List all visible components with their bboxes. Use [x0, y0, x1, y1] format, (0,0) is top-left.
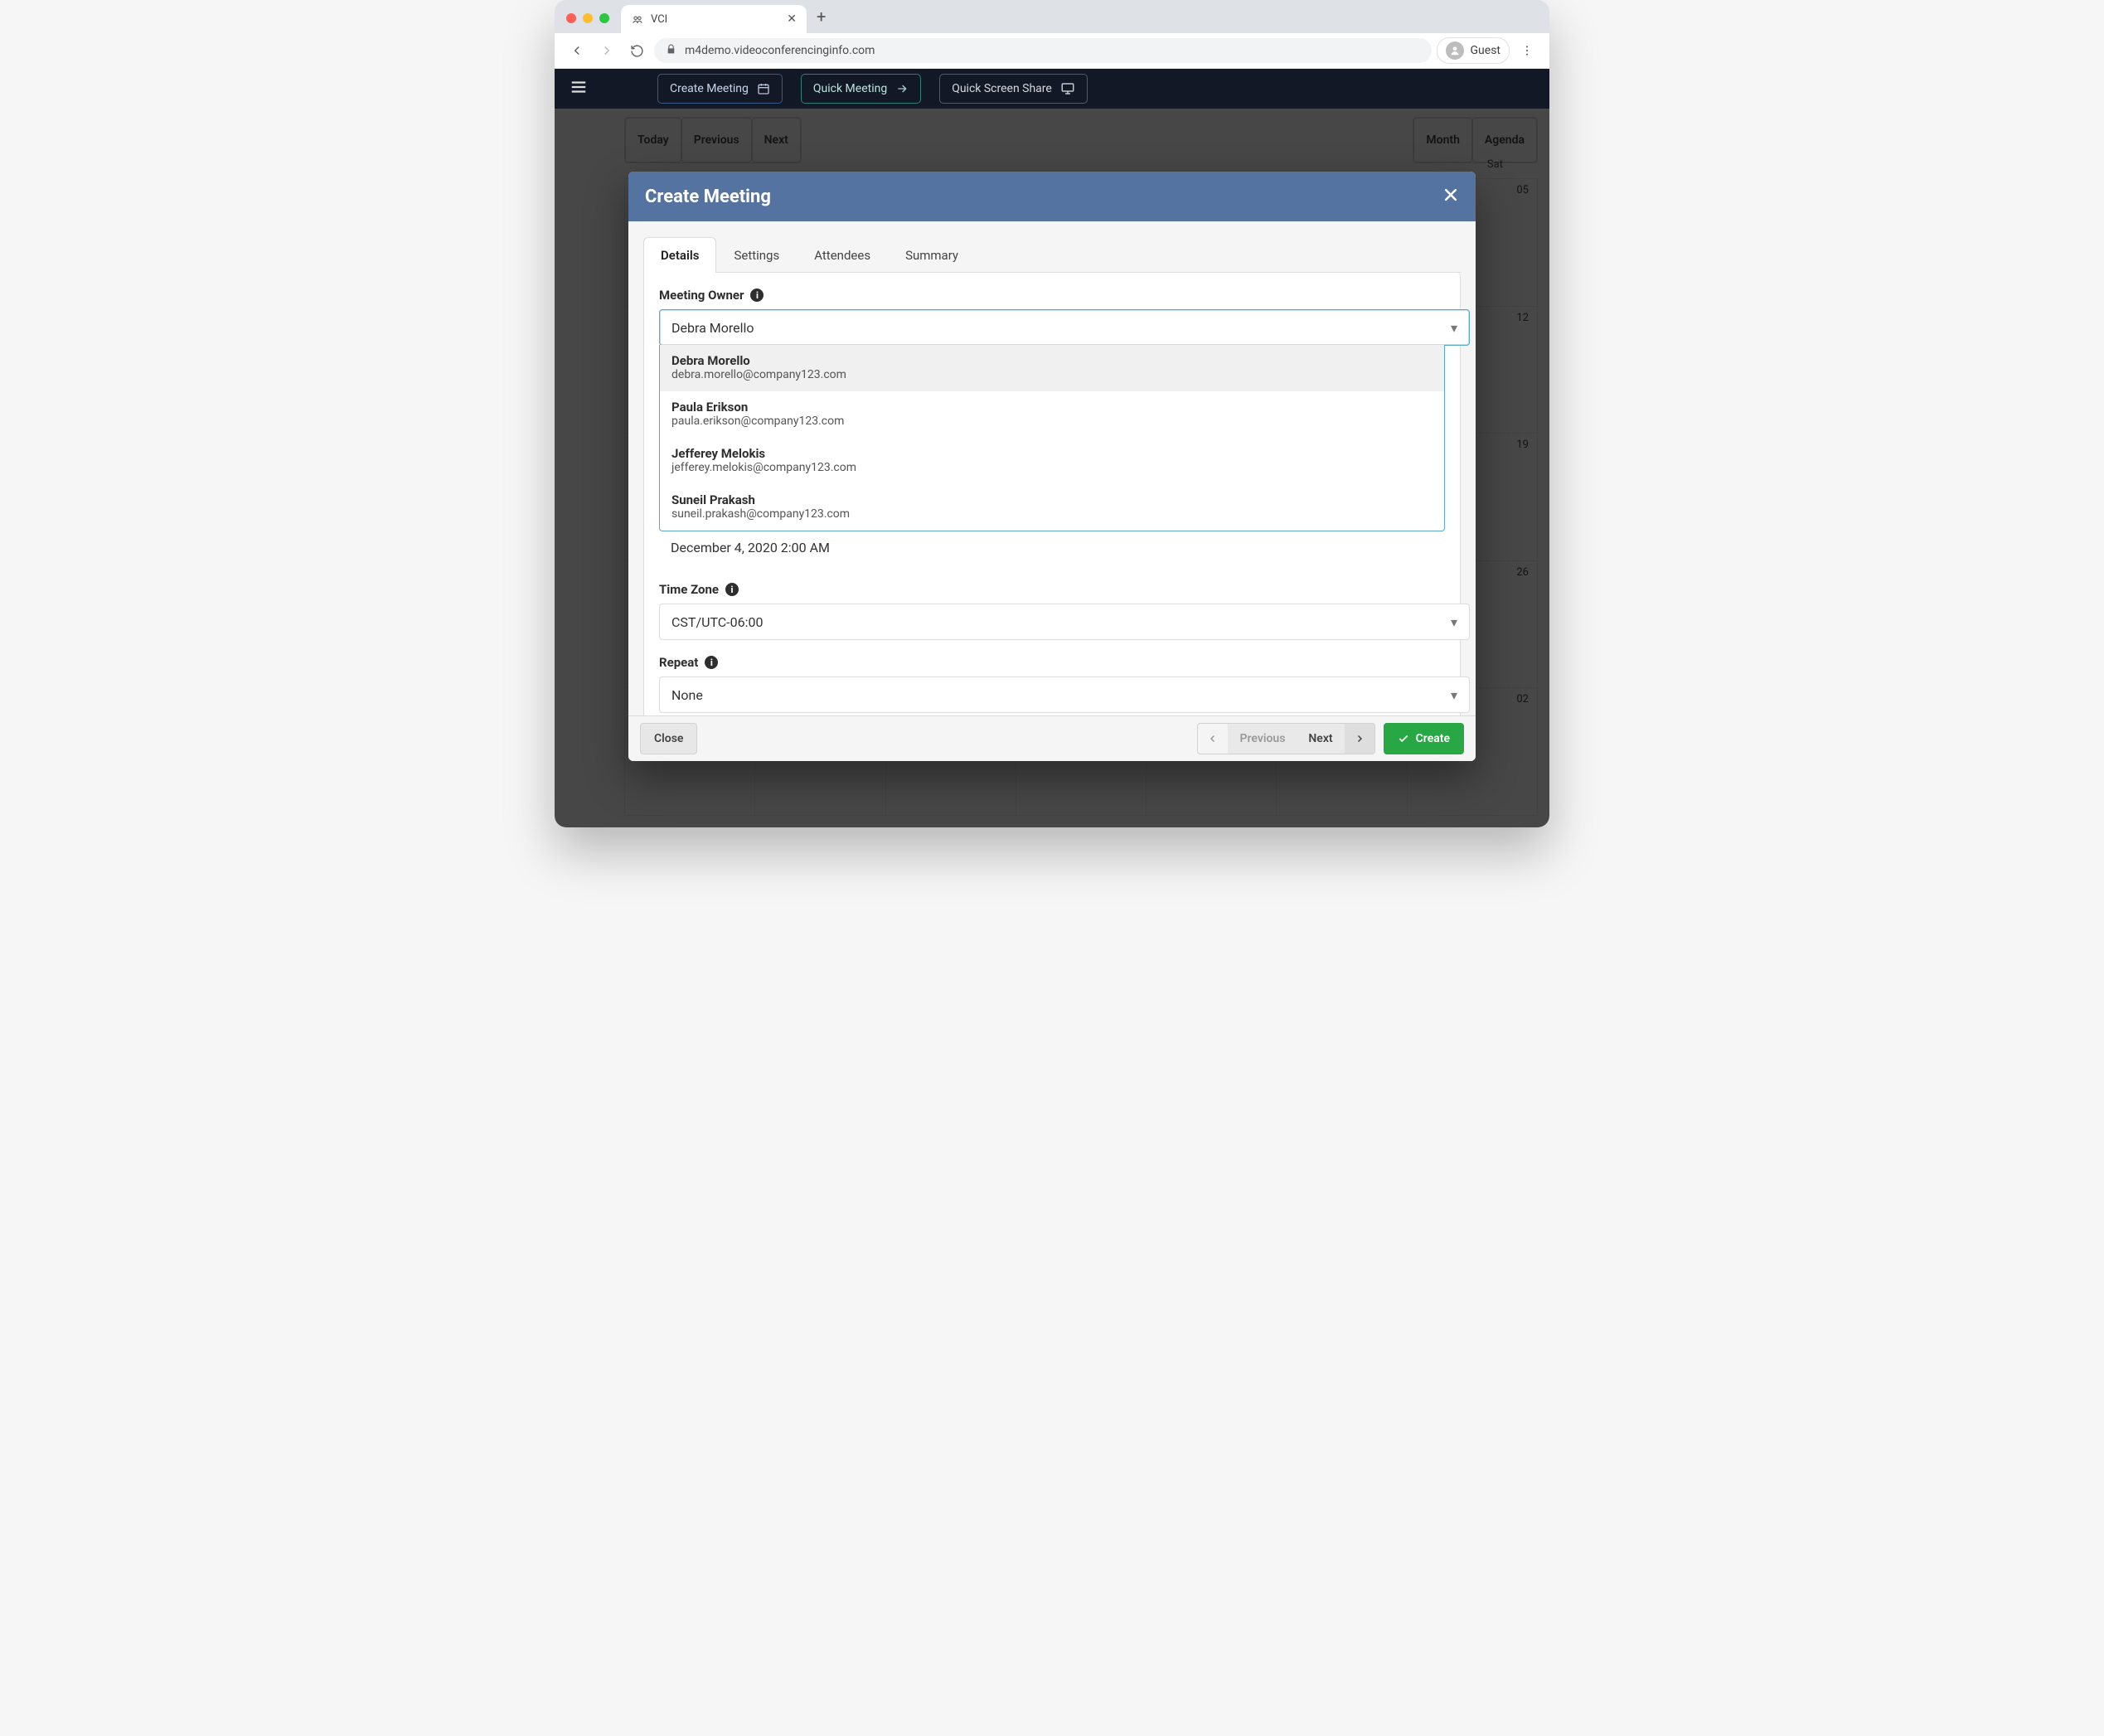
check-icon — [1398, 733, 1409, 744]
owner-option-name: Suneil Prakash — [671, 492, 1433, 507]
tab-summary[interactable]: Summary — [888, 237, 976, 273]
close-icon — [1442, 187, 1459, 203]
window-close-dot[interactable] — [566, 13, 576, 23]
next-label: Next — [1308, 732, 1332, 745]
tab-favicon — [631, 12, 644, 26]
caret-down-icon: ▾ — [1451, 687, 1457, 703]
browser-tabstrip: VCI ✕ + — [555, 0, 1549, 33]
tab-close-icon[interactable]: ✕ — [787, 13, 797, 25]
monitor-icon — [1060, 81, 1075, 96]
modal-close-button[interactable] — [1442, 187, 1459, 206]
app-toolbar: Create Meeting Quick Meeting Quick Scree… — [555, 69, 1549, 109]
window-controls — [555, 13, 621, 33]
next-button[interactable]: Next — [1297, 724, 1344, 754]
owner-option-email: debra.morello@company123.com — [671, 368, 1433, 381]
hamburger-icon[interactable] — [570, 78, 588, 99]
modal-footer: Close Previous Next — [628, 715, 1476, 761]
tab-attendees[interactable]: Attendees — [797, 237, 888, 273]
repeat-select[interactable]: None ▾ — [659, 676, 1470, 713]
new-tab-button[interactable]: + — [807, 7, 836, 33]
meeting-owner-label: Meeting Owner — [659, 288, 744, 303]
tab-settings[interactable]: Settings — [716, 237, 797, 273]
repeat-label: Repeat — [659, 655, 698, 670]
modal-tabstrip: Details Settings Attendees Summary — [643, 236, 1461, 273]
tab-details[interactable]: Details — [643, 237, 716, 273]
info-icon[interactable]: i — [705, 656, 718, 669]
caret-down-icon: ▾ — [1451, 614, 1457, 630]
owner-option-email: paula.erikson@company123.com — [671, 415, 1433, 428]
quick-meeting-button[interactable]: Quick Meeting — [801, 74, 921, 104]
timezone-value: CST/UTC-06:00 — [671, 614, 763, 630]
details-panel: Meeting Owner i Debra Morello ▾ Debra Mo… — [643, 273, 1461, 715]
window-minimize-dot[interactable] — [583, 13, 593, 23]
app-viewport: Create Meeting Quick Meeting Quick Scree… — [555, 69, 1549, 827]
owner-option[interactable]: Paula Erikson paula.erikson@company123.c… — [660, 391, 1444, 438]
browser-menu-button[interactable] — [1515, 38, 1539, 63]
nav-reload-button[interactable] — [624, 38, 649, 63]
create-meeting-button[interactable]: Create Meeting — [657, 74, 783, 104]
create-label: Create — [1416, 732, 1450, 745]
window-maximize-dot[interactable] — [599, 13, 609, 23]
next-arrow-button[interactable] — [1345, 724, 1374, 754]
avatar-icon — [1446, 41, 1464, 60]
modal-body: Details Settings Attendees Summary Meeti… — [628, 221, 1476, 715]
profile-label: Guest — [1471, 44, 1500, 57]
quick-share-button[interactable]: Quick Screen Share — [939, 74, 1088, 104]
create-button[interactable]: Create — [1384, 723, 1464, 754]
modal-header: Create Meeting — [628, 172, 1476, 221]
owner-option[interactable]: Debra Morello debra.morello@company123.c… — [660, 345, 1444, 391]
modal-title: Create Meeting — [645, 187, 771, 207]
profile-chip[interactable]: Guest — [1437, 37, 1510, 64]
timezone-label: Time Zone — [659, 582, 719, 597]
arrow-right-icon — [895, 82, 909, 95]
previous-button[interactable]: Previous — [1228, 724, 1297, 754]
nav-back-button[interactable] — [565, 38, 589, 63]
browser-toolbar: m4demo.videoconferencinginfo.com Guest — [555, 33, 1549, 69]
wizard-nav-group: Previous Next — [1197, 723, 1374, 754]
info-icon[interactable]: i — [750, 289, 764, 302]
close-label: Close — [654, 732, 683, 745]
info-icon[interactable]: i — [725, 583, 739, 596]
chevron-left-icon — [1208, 734, 1218, 744]
prev-arrow-button[interactable] — [1198, 724, 1228, 754]
create-meeting-modal: Create Meeting Details Settings Attendee… — [628, 172, 1476, 761]
lock-icon — [666, 44, 676, 58]
repeat-value: None — [671, 687, 703, 703]
caret-down-icon: ▾ — [1451, 320, 1457, 336]
owner-option-name: Jefferey Melokis — [671, 446, 1433, 461]
meeting-owner-select[interactable]: Debra Morello ▾ — [659, 309, 1470, 346]
owner-option[interactable]: Jefferey Melokis jefferey.melokis@compan… — [660, 438, 1444, 484]
browser-window: VCI ✕ + m4demo.videoconferencinginfo.com… — [555, 0, 1549, 827]
tab-title: VCI — [651, 13, 780, 26]
meeting-owner-dropdown: Debra Morello debra.morello@company123.c… — [659, 345, 1445, 531]
owner-option-name: Debra Morello — [671, 353, 1433, 368]
nav-forward-button[interactable] — [594, 38, 619, 63]
owner-option-email: jefferey.melokis@company123.com — [671, 461, 1433, 474]
previous-label: Previous — [1239, 732, 1285, 745]
partially-covered-value: December 4, 2020 2:00 AM — [659, 531, 1445, 567]
owner-option[interactable]: Suneil Prakash suneil.prakash@company123… — [660, 484, 1444, 531]
owner-option-email: suneil.prakash@company123.com — [671, 507, 1433, 521]
meeting-owner-value: Debra Morello — [671, 320, 754, 336]
timezone-field: Time Zone i CST/UTC-06:00 ▾ — [659, 582, 1445, 640]
close-button[interactable]: Close — [640, 723, 697, 754]
create-meeting-label: Create Meeting — [670, 82, 749, 95]
timezone-select[interactable]: CST/UTC-06:00 ▾ — [659, 604, 1470, 640]
meeting-owner-field: Meeting Owner i Debra Morello ▾ Debra Mo… — [659, 288, 1445, 567]
repeat-field: Repeat i None ▾ — [659, 655, 1445, 713]
calendar-icon — [757, 82, 770, 95]
chevron-right-icon — [1355, 734, 1365, 744]
app-body: Today Previous Next Month Agenda Sat 05 — [555, 109, 1549, 827]
quick-meeting-label: Quick Meeting — [813, 82, 887, 95]
quick-share-label: Quick Screen Share — [952, 82, 1052, 95]
omnibox-url: m4demo.videoconferencinginfo.com — [685, 44, 875, 57]
omnibox[interactable]: m4demo.videoconferencinginfo.com — [654, 38, 1432, 63]
owner-option-name: Paula Erikson — [671, 400, 1433, 415]
browser-tab[interactable]: VCI ✕ — [621, 5, 807, 33]
